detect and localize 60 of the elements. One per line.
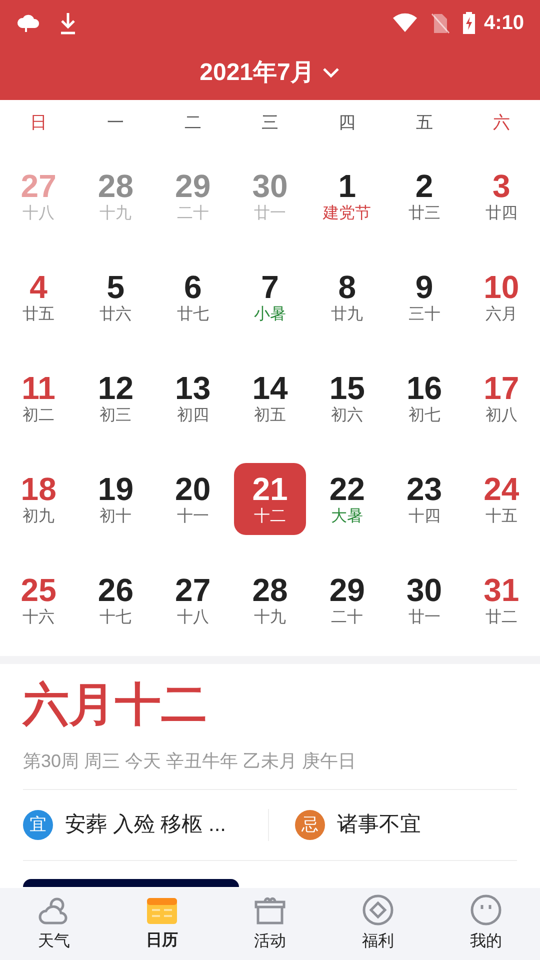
day-cell[interactable]: 28 十九 — [234, 564, 306, 636]
weekday-label: 三 — [260, 112, 280, 134]
tab-item[interactable]: 活动 — [216, 888, 324, 960]
day-cell[interactable]: 15 初六 — [311, 362, 384, 434]
day-cell[interactable]: 8 廿九 — [311, 261, 384, 333]
day-cell[interactable]: 16 初七 — [388, 362, 460, 434]
weekday-label: 四 — [338, 112, 357, 134]
day-cell[interactable]: 23 十四 — [388, 463, 460, 535]
day-cell[interactable]: 25 十六 — [2, 564, 75, 636]
weekday-label: 六 — [492, 112, 511, 134]
no-sim-icon — [430, 12, 450, 34]
battery-charging-icon — [462, 10, 476, 34]
almanac-badge: 宜 — [23, 810, 53, 840]
tab-item[interactable]: 我的 — [432, 888, 540, 960]
day-cell[interactable]: 31 廿二 — [465, 564, 538, 636]
day-cell[interactable]: 7 小暑 — [234, 261, 306, 333]
almanac-text: 诸事不宜 — [337, 812, 421, 838]
day-cell[interactable]: 27 十八 — [156, 564, 229, 636]
day-cell[interactable]: 24 十五 — [465, 463, 538, 535]
day-cell[interactable]: 17 初八 — [465, 362, 538, 434]
day-cell[interactable]: 9 三十 — [388, 261, 460, 333]
weekday-label: 五 — [414, 112, 434, 134]
download-icon — [58, 10, 78, 34]
day-cell[interactable]: 11 初二 — [2, 362, 75, 434]
wifi-icon — [392, 12, 418, 32]
day-cell[interactable]: 4 廿五 — [2, 261, 75, 333]
lunar-date: 六月十二 — [23, 676, 208, 732]
day-cell[interactable]: 6 廿七 — [156, 261, 229, 333]
day-cell[interactable]: 20 十一 — [156, 463, 229, 535]
day-cell[interactable]: 21 十二 — [234, 463, 306, 535]
coin-icon — [362, 894, 394, 926]
tab-item[interactable]: 福利 — [324, 888, 432, 960]
tab-item[interactable]: 日历 — [108, 888, 216, 960]
almanac-badge: 忌 — [295, 810, 325, 840]
day-cell[interactable]: 18 初九 — [2, 463, 75, 535]
tab-item[interactable]: 天气 — [0, 888, 108, 960]
chevron-down-icon — [322, 66, 340, 78]
day-cell[interactable]: 19 初十 — [80, 463, 152, 535]
day-cell[interactable]: 3 廿四 — [465, 160, 538, 232]
weekday-label: 一 — [106, 112, 126, 134]
day-cell[interactable]: 1 建党节 — [311, 160, 384, 232]
almanac-text: 安葬 入殓 移柩 ... — [65, 812, 226, 838]
day-cell[interactable]: 22 大暑 — [311, 463, 384, 535]
day-cell[interactable]: 13 初四 — [156, 362, 229, 434]
face-icon — [470, 894, 502, 926]
day-cell[interactable]: 5 廿六 — [80, 261, 152, 333]
day-cell[interactable]: 12 初三 — [80, 362, 152, 434]
date-info: 第30周 周三 今天 辛丑牛年 乙未月 庚午日 — [23, 750, 358, 773]
day-cell[interactable]: 29 二十 — [311, 564, 384, 636]
calendar-icon — [146, 895, 178, 925]
day-cell[interactable]: 30 廿一 — [388, 564, 460, 636]
day-cell[interactable]: 2 廿三 — [388, 160, 460, 232]
banner-card[interactable] — [23, 879, 239, 887]
weekday-label: 二 — [183, 112, 202, 134]
month-selector[interactable]: 2021年7月 — [200, 54, 340, 90]
clock-time: 4:10 — [484, 10, 524, 36]
day-cell[interactable]: 10 六月 — [465, 261, 538, 333]
day-cell[interactable]: 26 十七 — [80, 564, 152, 636]
day-cell[interactable]: 14 初五 — [234, 362, 306, 434]
weekday-label: 日 — [29, 112, 48, 134]
